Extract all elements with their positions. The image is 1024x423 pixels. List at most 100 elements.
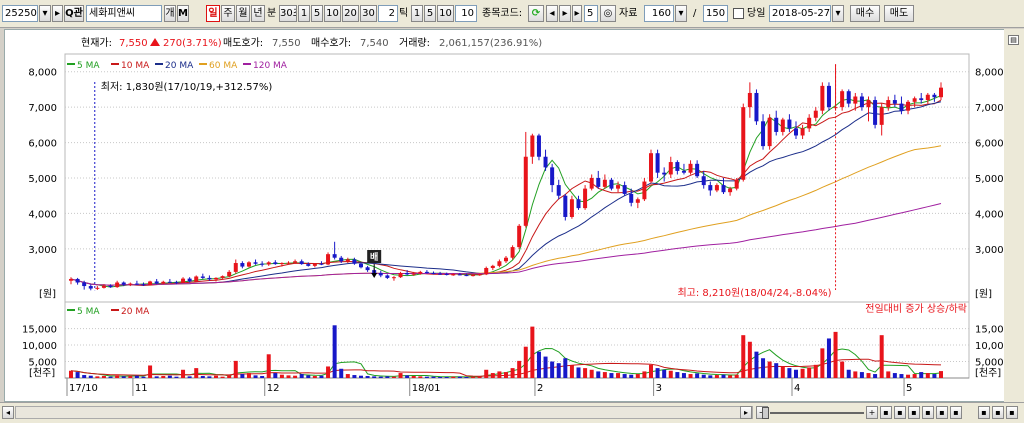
total-count-field[interactable]: 150 bbox=[703, 5, 728, 22]
minute-30s-button[interactable]: 30초 bbox=[279, 5, 297, 22]
refresh-icon[interactable]: ⟳ bbox=[528, 5, 544, 22]
candle-body bbox=[774, 117, 779, 132]
legend-entry: 10 MA bbox=[121, 61, 150, 71]
date-field[interactable]: 2018-05-27 bbox=[769, 5, 831, 22]
tool-icon-8[interactable]: ▪ bbox=[992, 406, 1004, 419]
step-end-icon[interactable]: ▸ bbox=[572, 5, 582, 22]
candle-body bbox=[787, 119, 792, 129]
minute-5-button[interactable]: 5 bbox=[311, 5, 323, 22]
date-dropdown[interactable]: ▾ bbox=[832, 5, 844, 22]
candle-body bbox=[378, 272, 383, 276]
price-tick-label: 8,000 bbox=[28, 68, 57, 79]
scroll-track[interactable] bbox=[15, 406, 753, 419]
tick-5-button[interactable]: 5 bbox=[424, 5, 436, 22]
candle-body bbox=[497, 261, 502, 266]
minute-10-button[interactable]: 10 bbox=[324, 5, 341, 22]
data-count-dropdown[interactable]: ▾ bbox=[675, 5, 687, 22]
step-right-icon[interactable]: ▸ bbox=[559, 5, 571, 22]
settings-icon[interactable]: ◎ bbox=[600, 5, 616, 22]
candle-body bbox=[734, 179, 739, 189]
candle-body bbox=[728, 188, 733, 193]
tick-input[interactable]: 10 bbox=[455, 5, 477, 22]
stock-chart[interactable]: 현재가: 7,550 270(3.71%) 매도호가: 7,550 매수호가: … bbox=[5, 30, 1021, 403]
candle-body bbox=[293, 261, 298, 263]
volume-unit-right: [천주] bbox=[975, 367, 1001, 379]
data-count-field[interactable]: 160 bbox=[644, 5, 674, 22]
volume-bar bbox=[293, 375, 298, 378]
tick-value-field[interactable]: 2 bbox=[378, 5, 398, 22]
volume-bar bbox=[820, 348, 825, 378]
tool-icon-4[interactable]: ▪ bbox=[922, 406, 934, 419]
candle-body bbox=[187, 278, 192, 282]
tool-icon-1[interactable]: ▪ bbox=[880, 406, 892, 419]
code-input[interactable]: 252500 bbox=[2, 5, 38, 22]
tick-1-button[interactable]: 1 bbox=[411, 5, 423, 22]
volume-bar bbox=[635, 374, 640, 378]
zoom-in-button[interactable]: + bbox=[866, 406, 878, 419]
price-tick-label: 5,000 bbox=[28, 174, 57, 185]
volume-bar bbox=[517, 360, 522, 378]
scroll-right-button[interactable]: ▸ bbox=[740, 406, 752, 419]
zoom-slider-handle[interactable] bbox=[762, 407, 769, 419]
sell-button[interactable]: 매도 bbox=[884, 5, 914, 22]
candle-body bbox=[695, 163, 700, 177]
volume-bar bbox=[510, 368, 515, 378]
tool-icon-7[interactable]: ▪ bbox=[978, 406, 990, 419]
volume-bar bbox=[609, 373, 614, 378]
period-month-button[interactable]: 월 bbox=[236, 5, 250, 22]
candle-body bbox=[530, 135, 535, 157]
x-tick-label: 17/10 bbox=[69, 383, 98, 394]
code-arrow-button[interactable]: ▸ bbox=[52, 5, 63, 22]
period-day-button[interactable]: 일 bbox=[206, 5, 220, 22]
stock-name-field[interactable]: 세화피앤씨 bbox=[86, 5, 162, 22]
volume-bar bbox=[273, 373, 278, 378]
volume-bar bbox=[82, 375, 87, 378]
minute-30-button[interactable]: 30 bbox=[360, 5, 377, 22]
tick-label: 틱 bbox=[399, 8, 409, 19]
step-left-icon[interactable]: ◂ bbox=[546, 5, 558, 22]
volume-bar bbox=[530, 326, 535, 378]
zoom-slider-track[interactable] bbox=[770, 412, 864, 414]
candle-body bbox=[714, 185, 719, 191]
volume-bar bbox=[536, 351, 541, 378]
minute-20-button[interactable]: 20 bbox=[342, 5, 359, 22]
bottom-scrollbar: ◂ ▸ − + ▪ ▪ ▪ ▪ ▪ ▪ ▪ ▪ ▪ bbox=[0, 402, 1024, 423]
candle-body bbox=[88, 286, 93, 289]
candle-body bbox=[649, 153, 653, 182]
m-button[interactable]: M bbox=[177, 5, 189, 22]
down-arrow-icon bbox=[371, 273, 378, 278]
tool-icon-6[interactable]: ▪ bbox=[950, 406, 962, 419]
search-button[interactable]: Q관 bbox=[64, 5, 84, 22]
volume-bar bbox=[886, 371, 891, 378]
candle-body bbox=[359, 263, 363, 268]
volume-bar bbox=[892, 373, 897, 378]
x-tick-label: 3 bbox=[656, 383, 662, 394]
volume-bar bbox=[728, 375, 733, 378]
tool-icon-9[interactable]: ▪ bbox=[1006, 406, 1018, 419]
candle-body bbox=[635, 199, 640, 203]
volume-bar bbox=[75, 372, 80, 378]
same-day-checkbox[interactable] bbox=[733, 8, 744, 19]
slash-label: / bbox=[693, 8, 697, 19]
volume-bar bbox=[484, 369, 489, 378]
chart-area[interactable]: 현재가: 7,550 270(3.71%) 매도호가: 7,550 매수호가: … bbox=[4, 29, 1020, 402]
x-tick-label: 12 bbox=[267, 383, 280, 394]
minute-1-button[interactable]: 1 bbox=[298, 5, 310, 22]
period-year-button[interactable]: 년 bbox=[251, 5, 265, 22]
tool-icon-2[interactable]: ▪ bbox=[894, 406, 906, 419]
period-week-button[interactable]: 주 bbox=[221, 5, 235, 22]
code-dropdown-button[interactable]: ▾ bbox=[39, 5, 51, 22]
tick-10-button[interactable]: 10 bbox=[437, 5, 454, 22]
volume-bar bbox=[761, 358, 766, 378]
gae-button[interactable]: 개 bbox=[164, 5, 176, 22]
scroll-left-button[interactable]: ◂ bbox=[2, 406, 14, 419]
step-input[interactable]: 5 bbox=[584, 5, 598, 22]
candle-body bbox=[194, 276, 199, 282]
tool-icon-5[interactable]: ▪ bbox=[936, 406, 948, 419]
buy-button[interactable]: 매수 bbox=[850, 5, 880, 22]
expand-icon[interactable]: ▤ bbox=[1008, 35, 1019, 45]
tool-icon-3[interactable]: ▪ bbox=[908, 406, 920, 419]
volume-bar bbox=[464, 377, 469, 378]
volume-bar bbox=[556, 363, 561, 378]
x-tick-label: 11 bbox=[135, 383, 148, 394]
